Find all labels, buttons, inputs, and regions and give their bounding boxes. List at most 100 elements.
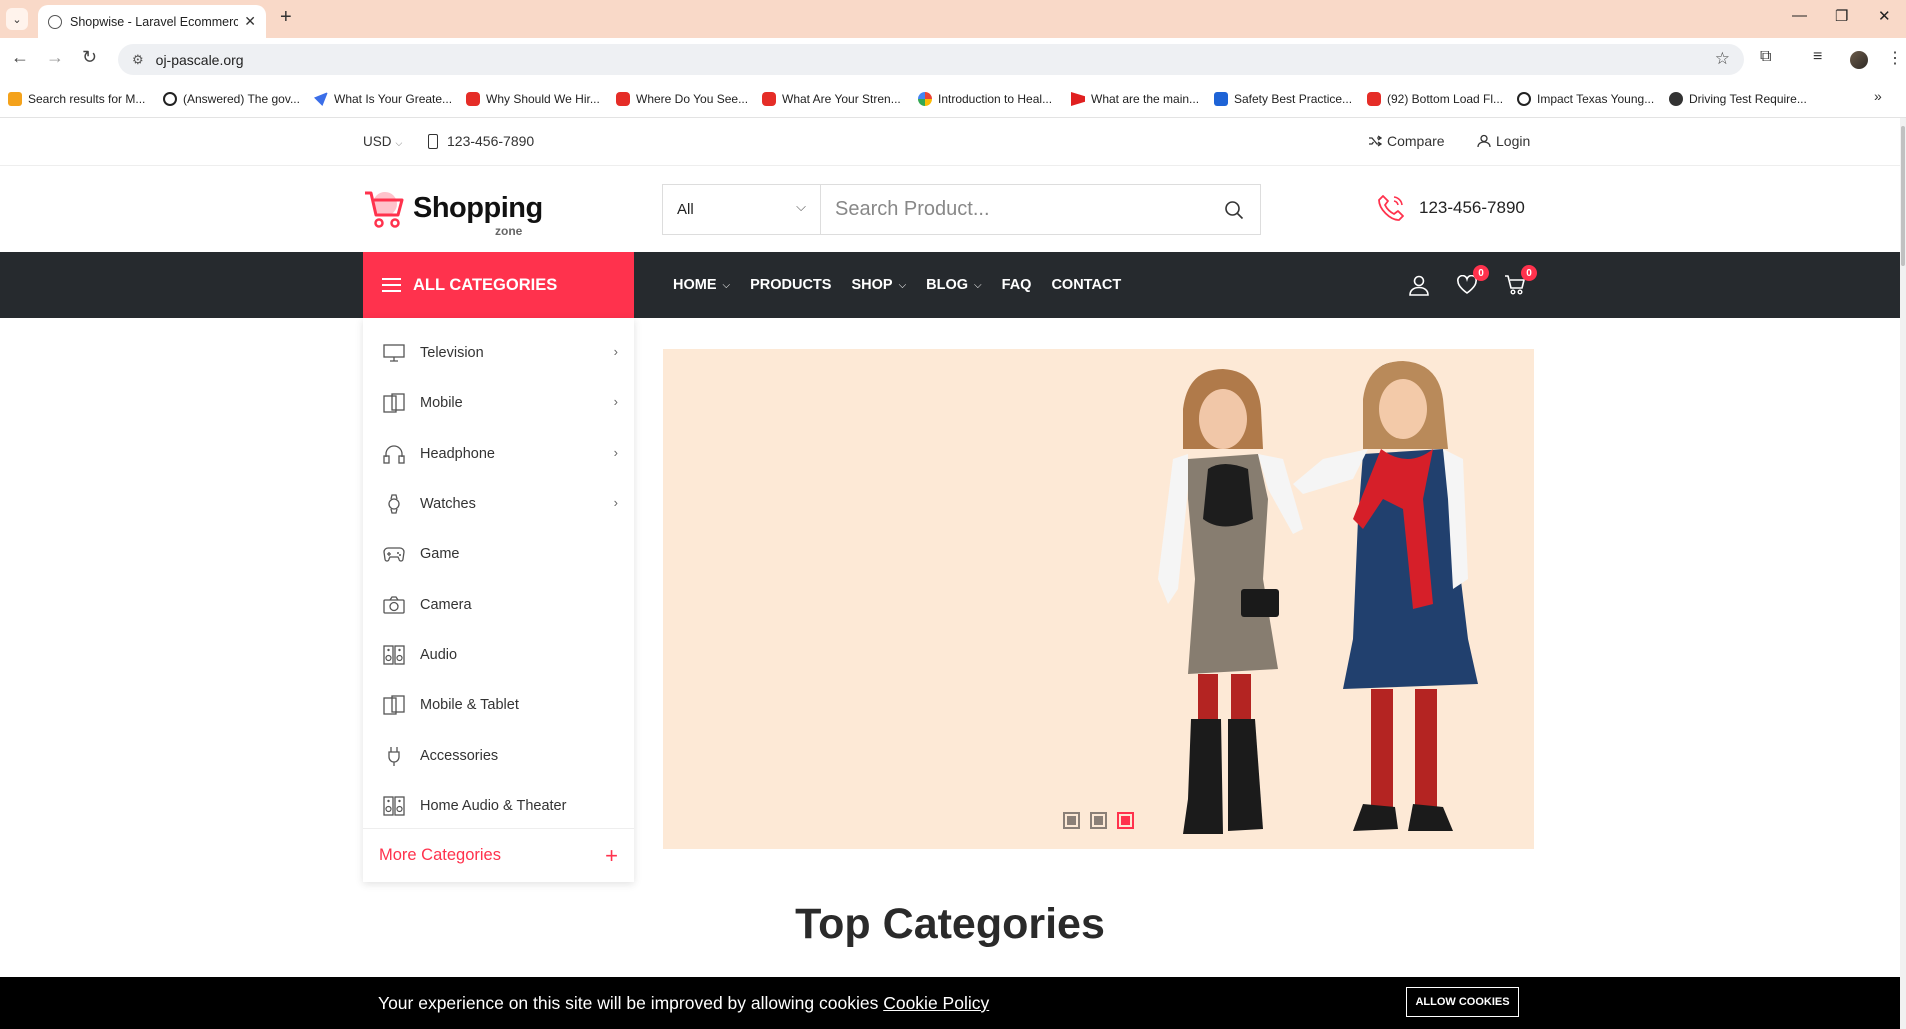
tab-search-button[interactable]: ⌄ bbox=[6, 8, 28, 30]
cart-count-badge: 0 bbox=[1521, 265, 1537, 281]
allow-cookies-button[interactable]: ALLOW COOKIES bbox=[1406, 987, 1519, 1017]
bookmark-item[interactable]: Search results for M... bbox=[8, 90, 145, 108]
logo-subtext: zone bbox=[495, 224, 523, 238]
category-item[interactable]: Watches › bbox=[363, 479, 634, 529]
cookie-banner: Your experience on this site will be imp… bbox=[0, 977, 1900, 1029]
currency-select[interactable]: USD ⌵ bbox=[363, 134, 402, 149]
login-link[interactable]: Login bbox=[1477, 133, 1530, 149]
bookmark-item[interactable]: What Are Your Stren... bbox=[762, 90, 901, 108]
category-item[interactable]: Game bbox=[363, 529, 634, 579]
bookmark-item[interactable]: What are the main... bbox=[1071, 90, 1199, 108]
profile-avatar[interactable] bbox=[1850, 51, 1868, 69]
tv-icon bbox=[382, 343, 406, 363]
close-window-icon[interactable]: ✕ bbox=[1878, 7, 1891, 25]
nav-item-products[interactable]: PRODUCTS bbox=[750, 277, 831, 293]
category-item[interactable]: Mobile & Tablet bbox=[363, 680, 634, 730]
nav-item-label: BLOG bbox=[926, 277, 969, 293]
all-categories-button[interactable]: ALL CATEGORIES bbox=[363, 252, 634, 318]
omnibox[interactable]: ⚙ oj-pascale.org ☆ bbox=[118, 44, 1744, 75]
nav-item-blog[interactable]: BLOG ⌵ bbox=[926, 277, 981, 293]
new-tab-button[interactable]: + bbox=[280, 6, 292, 29]
nav-item-label: CONTACT bbox=[1051, 277, 1122, 293]
category-item[interactable]: Camera bbox=[363, 579, 634, 629]
search-button[interactable] bbox=[1208, 185, 1260, 234]
nav-item-home[interactable]: HOME ⌵ bbox=[673, 277, 730, 293]
shuffle-icon bbox=[1369, 135, 1382, 147]
user-icon bbox=[1409, 275, 1429, 296]
login-label: Login bbox=[1496, 133, 1531, 149]
category-item[interactable]: Home Audio & Theater bbox=[363, 781, 634, 831]
category-label: Home Audio & Theater bbox=[420, 797, 567, 814]
back-icon[interactable]: ← bbox=[11, 47, 29, 68]
bookmark-label: (Answered) The gov... bbox=[183, 92, 300, 106]
category-item[interactable]: Accessories bbox=[363, 730, 634, 780]
gamepad-icon bbox=[382, 544, 406, 564]
reload-icon[interactable]: ↻ bbox=[82, 47, 97, 68]
category-item[interactable]: Television › bbox=[363, 328, 634, 378]
more-categories-button[interactable]: More Categories + bbox=[363, 828, 634, 882]
category-item[interactable]: Audio bbox=[363, 630, 634, 680]
media-icon[interactable]: ≡ bbox=[1813, 48, 1822, 66]
bookmark-label: Where Do You See... bbox=[636, 92, 749, 106]
bookmark-item[interactable]: Impact Texas Young... bbox=[1517, 90, 1654, 108]
speaker-icon bbox=[382, 796, 406, 816]
bookmarks-bar: Search results for M... (Answered) The go… bbox=[0, 80, 1906, 118]
bookmark-label: What are the main... bbox=[1091, 92, 1200, 106]
globe-icon bbox=[48, 14, 62, 29]
nav-item-label: SHOP bbox=[851, 277, 893, 293]
bookmark-item[interactable]: (Answered) The gov... bbox=[163, 90, 300, 108]
cookie-policy-link[interactable]: Cookie Policy bbox=[883, 993, 989, 1013]
chrome-menu-icon[interactable]: ⋮ bbox=[1887, 48, 1903, 68]
close-tab-icon[interactable]: ✕ bbox=[244, 13, 256, 30]
search-category-value: All bbox=[677, 201, 694, 218]
address-bar-row: ← → ↻ ⚙ oj-pascale.org ☆ ⧉ ≡ ⋮ bbox=[0, 38, 1906, 80]
chevron-right-icon: › bbox=[613, 344, 618, 359]
category-item[interactable]: Mobile › bbox=[363, 378, 634, 428]
cart-button[interactable]: 0 bbox=[1502, 265, 1537, 298]
bookmark-item[interactable]: Introduction to Heal... bbox=[918, 90, 1052, 108]
scrollbar-thumb[interactable] bbox=[1901, 126, 1905, 266]
mobile-icon bbox=[382, 393, 406, 414]
bookmark-item[interactable]: Where Do You See... bbox=[616, 90, 748, 108]
search-input[interactable] bbox=[821, 185, 1208, 234]
bookmark-favicon-icon bbox=[1517, 92, 1531, 106]
slider-dot[interactable] bbox=[1090, 812, 1107, 829]
slider-dot[interactable] bbox=[1117, 812, 1134, 829]
site-info-icon[interactable]: ⚙ bbox=[132, 52, 144, 68]
nav-item-label: HOME bbox=[673, 277, 717, 293]
bookmark-item[interactable]: Why Should We Hir... bbox=[466, 90, 600, 108]
restore-icon[interactable]: ❐ bbox=[1835, 7, 1848, 25]
bookmark-item[interactable]: (92) Bottom Load Fl... bbox=[1367, 90, 1503, 108]
browser-tab[interactable]: Shopwise - Laravel Ecommerce ✕ bbox=[38, 5, 266, 38]
bookmark-label: Safety Best Practice... bbox=[1234, 92, 1353, 106]
account-button[interactable] bbox=[1406, 272, 1432, 298]
extensions-icon[interactable]: ⧉ bbox=[1760, 48, 1771, 66]
category-label: Accessories bbox=[420, 747, 499, 764]
bookmark-item[interactable]: Safety Best Practice... bbox=[1214, 90, 1352, 108]
slider-dot[interactable] bbox=[1063, 812, 1080, 829]
more-bookmarks-icon[interactable]: » bbox=[1874, 88, 1882, 104]
nav-item-shop[interactable]: SHOP ⌵ bbox=[851, 277, 906, 293]
mobile-icon bbox=[382, 695, 406, 715]
wishlist-button[interactable]: 0 bbox=[1454, 265, 1489, 298]
category-item[interactable]: Headphone › bbox=[363, 429, 634, 479]
bookmark-star-icon[interactable]: ☆ bbox=[1715, 49, 1730, 69]
category-label: Audio bbox=[420, 646, 458, 663]
minimize-icon[interactable]: — bbox=[1792, 7, 1807, 24]
bookmark-favicon-icon bbox=[8, 92, 22, 106]
page-scrollbar[interactable] bbox=[1900, 118, 1906, 1029]
search-icon bbox=[1225, 200, 1244, 219]
forward-icon[interactable]: → bbox=[46, 47, 64, 68]
browser-tab-strip: ⌄ Shopwise - Laravel Ecommerce ✕ + — ❐ ✕ bbox=[0, 0, 1906, 38]
category-label: Mobile & Tablet bbox=[420, 697, 519, 714]
header-phone-number: 123-456-7890 bbox=[1419, 198, 1525, 217]
bookmark-item[interactable]: What Is Your Greate... bbox=[314, 90, 452, 108]
bookmark-item[interactable]: Driving Test Require... bbox=[1669, 90, 1807, 108]
nav-item-faq[interactable]: FAQ bbox=[1002, 277, 1032, 293]
compare-link[interactable]: Compare bbox=[1368, 133, 1445, 149]
site-logo[interactable]: Shopping zone bbox=[363, 186, 543, 238]
user-icon bbox=[1477, 134, 1491, 148]
wishlist-count-badge: 0 bbox=[1473, 265, 1489, 281]
search-category-select[interactable]: All ⌵ bbox=[663, 185, 821, 234]
nav-item-contact[interactable]: CONTACT bbox=[1051, 277, 1121, 293]
